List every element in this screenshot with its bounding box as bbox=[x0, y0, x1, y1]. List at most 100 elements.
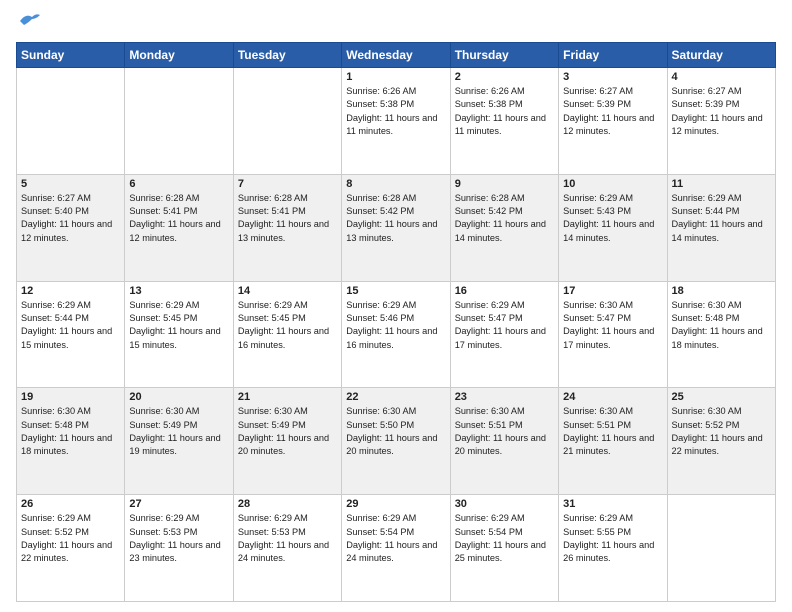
day-number: 20 bbox=[129, 391, 228, 403]
day-info: Sunrise: 6:29 AMSunset: 5:45 PMDaylight:… bbox=[129, 299, 228, 352]
day-number: 18 bbox=[672, 285, 771, 297]
table-row: 8Sunrise: 6:28 AMSunset: 5:42 PMDaylight… bbox=[342, 174, 450, 281]
table-row bbox=[17, 68, 125, 175]
calendar-week-row: 5 Sunrise: 6:27 AMSunset: 5:40 PMDaylight… bbox=[17, 174, 776, 281]
col-saturday: Saturday bbox=[667, 43, 775, 68]
table-row: 24 Sunrise: 6:30 AMSunset: 5:51 PMDayligh… bbox=[559, 388, 667, 495]
table-row: 28 Sunrise: 6:29 AMSunset: 5:53 PMDayligh… bbox=[233, 495, 341, 602]
day-info: Sunrise: 6:30 AMSunset: 5:49 PMDaylight:… bbox=[238, 405, 337, 458]
logo bbox=[16, 14, 40, 36]
day-info: Sunrise: 6:29 AMSunset: 5:54 PMDaylight:… bbox=[455, 512, 554, 565]
day-number: 1 bbox=[346, 71, 445, 83]
table-row: 25 Sunrise: 6:30 AMSunset: 5:52 PMDayligh… bbox=[667, 388, 775, 495]
day-number: 6 bbox=[129, 178, 228, 190]
day-info: Sunrise: 6:29 AMSunset: 5:43 PMDaylight:… bbox=[563, 192, 662, 245]
col-wednesday: Wednesday bbox=[342, 43, 450, 68]
calendar-week-row: 26Sunrise: 6:29 AMSunset: 5:52 PMDayligh… bbox=[17, 495, 776, 602]
table-row: 23Sunrise: 6:30 AMSunset: 5:51 PMDayligh… bbox=[450, 388, 558, 495]
table-row: 6 Sunrise: 6:28 AMSunset: 5:41 PMDaylight… bbox=[125, 174, 233, 281]
calendar-table: Sunday Monday Tuesday Wednesday Thursday… bbox=[16, 42, 776, 602]
day-number: 11 bbox=[672, 178, 771, 190]
table-row: 4Sunrise: 6:27 AMSunset: 5:39 PMDaylight… bbox=[667, 68, 775, 175]
day-number: 26 bbox=[21, 498, 120, 510]
logo-bird-icon bbox=[18, 11, 40, 29]
table-row: 11 Sunrise: 6:29 AMSunset: 5:44 PMDayligh… bbox=[667, 174, 775, 281]
table-row: 1 Sunrise: 6:26 AMSunset: 5:38 PMDaylight… bbox=[342, 68, 450, 175]
day-number: 7 bbox=[238, 178, 337, 190]
table-row: 3 Sunrise: 6:27 AMSunset: 5:39 PMDaylight… bbox=[559, 68, 667, 175]
col-monday: Monday bbox=[125, 43, 233, 68]
day-info: Sunrise: 6:29 AMSunset: 5:53 PMDaylight:… bbox=[238, 512, 337, 565]
day-number: 30 bbox=[455, 498, 554, 510]
day-info: Sunrise: 6:27 AMSunset: 5:40 PMDaylight:… bbox=[21, 192, 120, 245]
day-info: Sunrise: 6:29 AMSunset: 5:54 PMDaylight:… bbox=[346, 512, 445, 565]
table-row: 5 Sunrise: 6:27 AMSunset: 5:40 PMDaylight… bbox=[17, 174, 125, 281]
day-info: Sunrise: 6:30 AMSunset: 5:48 PMDaylight:… bbox=[21, 405, 120, 458]
table-row: 26Sunrise: 6:29 AMSunset: 5:52 PMDayligh… bbox=[17, 495, 125, 602]
table-row bbox=[233, 68, 341, 175]
table-row: 15 Sunrise: 6:29 AMSunset: 5:46 PMDayligh… bbox=[342, 281, 450, 388]
day-number: 2 bbox=[455, 71, 554, 83]
day-number: 28 bbox=[238, 498, 337, 510]
day-number: 15 bbox=[346, 285, 445, 297]
day-info: Sunrise: 6:29 AMSunset: 5:55 PMDaylight:… bbox=[563, 512, 662, 565]
day-number: 4 bbox=[672, 71, 771, 83]
day-number: 14 bbox=[238, 285, 337, 297]
col-thursday: Thursday bbox=[450, 43, 558, 68]
table-row bbox=[125, 68, 233, 175]
table-row: 29 Sunrise: 6:29 AMSunset: 5:54 PMDayligh… bbox=[342, 495, 450, 602]
calendar-week-row: 19 Sunrise: 6:30 AMSunset: 5:48 PMDayligh… bbox=[17, 388, 776, 495]
day-info: Sunrise: 6:30 AMSunset: 5:49 PMDaylight:… bbox=[129, 405, 228, 458]
day-number: 17 bbox=[563, 285, 662, 297]
day-number: 23 bbox=[455, 391, 554, 403]
table-row: 21 Sunrise: 6:30 AMSunset: 5:49 PMDayligh… bbox=[233, 388, 341, 495]
header bbox=[16, 10, 776, 36]
day-info: Sunrise: 6:29 AMSunset: 5:53 PMDaylight:… bbox=[129, 512, 228, 565]
calendar-header-row: Sunday Monday Tuesday Wednesday Thursday… bbox=[17, 43, 776, 68]
table-row: 31 Sunrise: 6:29 AMSunset: 5:55 PMDayligh… bbox=[559, 495, 667, 602]
col-sunday: Sunday bbox=[17, 43, 125, 68]
day-info: Sunrise: 6:29 AMSunset: 5:45 PMDaylight:… bbox=[238, 299, 337, 352]
col-friday: Friday bbox=[559, 43, 667, 68]
day-number: 31 bbox=[563, 498, 662, 510]
table-row: 17 Sunrise: 6:30 AMSunset: 5:47 PMDayligh… bbox=[559, 281, 667, 388]
table-row: 16Sunrise: 6:29 AMSunset: 5:47 PMDayligh… bbox=[450, 281, 558, 388]
day-info: Sunrise: 6:26 AMSunset: 5:38 PMDaylight:… bbox=[346, 85, 445, 138]
day-number: 29 bbox=[346, 498, 445, 510]
day-number: 10 bbox=[563, 178, 662, 190]
day-info: Sunrise: 6:27 AMSunset: 5:39 PMDaylight:… bbox=[563, 85, 662, 138]
day-number: 27 bbox=[129, 498, 228, 510]
table-row: 7 Sunrise: 6:28 AMSunset: 5:41 PMDaylight… bbox=[233, 174, 341, 281]
table-row: 30 Sunrise: 6:29 AMSunset: 5:54 PMDayligh… bbox=[450, 495, 558, 602]
day-info: Sunrise: 6:29 AMSunset: 5:46 PMDaylight:… bbox=[346, 299, 445, 352]
table-row: 14 Sunrise: 6:29 AMSunset: 5:45 PMDayligh… bbox=[233, 281, 341, 388]
table-row: 27 Sunrise: 6:29 AMSunset: 5:53 PMDayligh… bbox=[125, 495, 233, 602]
day-number: 21 bbox=[238, 391, 337, 403]
day-info: Sunrise: 6:30 AMSunset: 5:47 PMDaylight:… bbox=[563, 299, 662, 352]
day-info: Sunrise: 6:28 AMSunset: 5:41 PMDaylight:… bbox=[238, 192, 337, 245]
day-number: 3 bbox=[563, 71, 662, 83]
table-row: 12Sunrise: 6:29 AMSunset: 5:44 PMDayligh… bbox=[17, 281, 125, 388]
day-info: Sunrise: 6:30 AMSunset: 5:50 PMDaylight:… bbox=[346, 405, 445, 458]
day-number: 9 bbox=[455, 178, 554, 190]
day-number: 13 bbox=[129, 285, 228, 297]
day-info: Sunrise: 6:29 AMSunset: 5:44 PMDaylight:… bbox=[672, 192, 771, 245]
day-info: Sunrise: 6:28 AMSunset: 5:41 PMDaylight:… bbox=[129, 192, 228, 245]
day-number: 22 bbox=[346, 391, 445, 403]
table-row: 20 Sunrise: 6:30 AMSunset: 5:49 PMDayligh… bbox=[125, 388, 233, 495]
day-number: 5 bbox=[21, 178, 120, 190]
day-info: Sunrise: 6:26 AMSunset: 5:38 PMDaylight:… bbox=[455, 85, 554, 138]
day-number: 19 bbox=[21, 391, 120, 403]
day-number: 25 bbox=[672, 391, 771, 403]
day-info: Sunrise: 6:30 AMSunset: 5:51 PMDaylight:… bbox=[563, 405, 662, 458]
day-number: 24 bbox=[563, 391, 662, 403]
day-number: 16 bbox=[455, 285, 554, 297]
table-row: 19 Sunrise: 6:30 AMSunset: 5:48 PMDayligh… bbox=[17, 388, 125, 495]
table-row: 13 Sunrise: 6:29 AMSunset: 5:45 PMDayligh… bbox=[125, 281, 233, 388]
table-row: 22 Sunrise: 6:30 AMSunset: 5:50 PMDayligh… bbox=[342, 388, 450, 495]
day-number: 8 bbox=[346, 178, 445, 190]
day-info: Sunrise: 6:30 AMSunset: 5:48 PMDaylight:… bbox=[672, 299, 771, 352]
day-info: Sunrise: 6:30 AMSunset: 5:52 PMDaylight:… bbox=[672, 405, 771, 458]
day-number: 12 bbox=[21, 285, 120, 297]
table-row bbox=[667, 495, 775, 602]
